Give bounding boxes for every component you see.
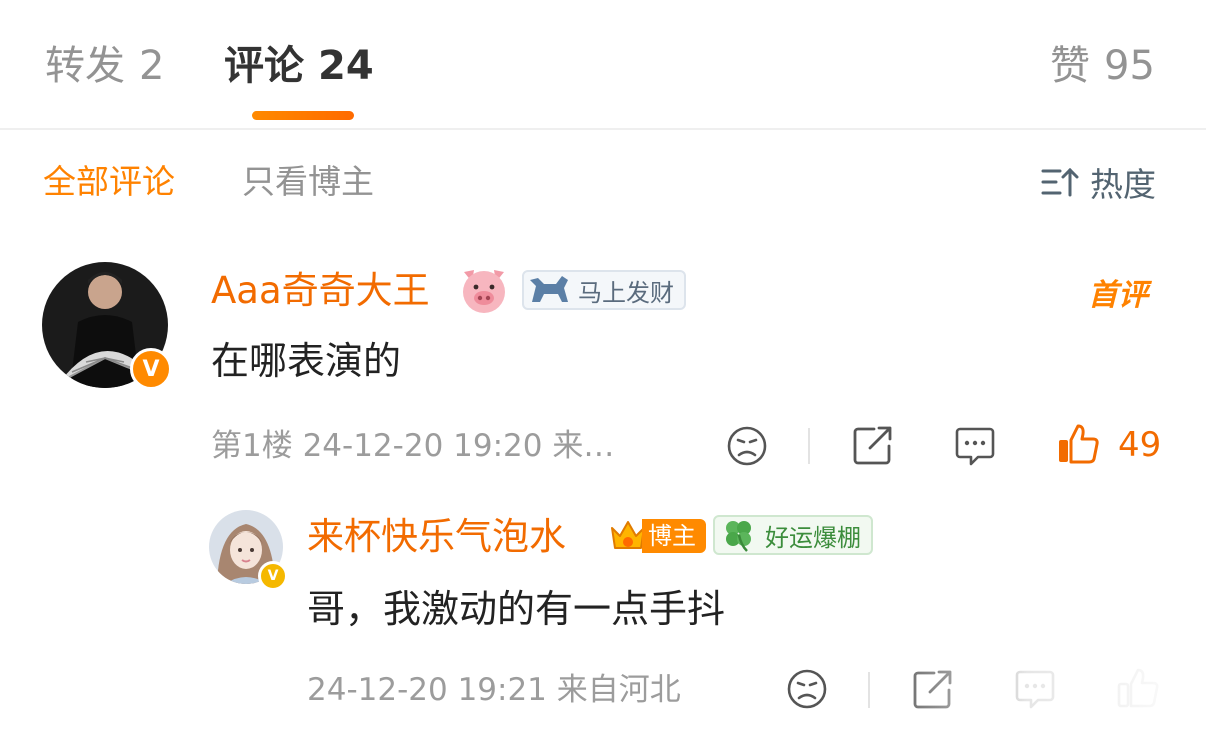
tab-reposts-count: 2 (139, 43, 165, 89)
tab-divider (0, 128, 1206, 130)
verified-badge-label: V (142, 356, 160, 382)
author-tag-label: 博主 (642, 519, 706, 553)
reply-verified-badge-label: V (267, 568, 279, 584)
verified-badge: V (130, 348, 172, 390)
share-icon[interactable] (852, 424, 894, 466)
comment-text: 在哪表演的 (211, 339, 402, 383)
fan-badge[interactable]: 马上发财 (522, 270, 686, 310)
tab-likes-label: 赞 (1050, 43, 1090, 89)
author-tag: 博主 (608, 516, 706, 556)
comment-username[interactable]: Aaa奇奇大王 (211, 268, 430, 314)
reply-fan-badge[interactable]: 好运爆棚 (713, 515, 873, 555)
pig-face-icon (463, 270, 505, 313)
emoji-react-icon[interactable] (726, 425, 768, 467)
reply-username[interactable]: 来杯快乐气泡水 (307, 514, 566, 560)
first-comment-tag: 首评 (1088, 278, 1148, 313)
sort-icon (1041, 167, 1079, 197)
clover-icon (726, 521, 751, 552)
reply-text: 哥，我激动的有一点手抖 (307, 587, 726, 631)
active-tab-indicator (252, 111, 354, 120)
action-separator (808, 428, 810, 464)
tab-comments-count: 24 (318, 43, 374, 89)
tab-reposts-label: 转发 (45, 43, 125, 89)
like-icon[interactable] (1056, 422, 1100, 466)
comment-meta: 第1楼 24-12-20 19:20 来… (211, 428, 615, 464)
tab-likes-count: 95 (1104, 43, 1155, 89)
filter-author-only[interactable]: 只看博主 (242, 160, 374, 204)
like-count: 49 (1118, 425, 1162, 465)
tab-reposts[interactable]: 转发 2 (45, 40, 164, 92)
tab-comments-label: 评论 (224, 43, 304, 89)
horse-icon (530, 276, 568, 302)
bottom-fade-overlay (880, 660, 1206, 749)
reply-icon[interactable] (954, 425, 996, 467)
sort-button[interactable]: 热度 (1040, 160, 1156, 204)
reply-verified-badge: V (258, 561, 288, 591)
filter-all-comments[interactable]: 全部评论 (43, 160, 175, 204)
reply-fan-badge-label: 好运爆棚 (765, 523, 861, 552)
sort-label: 热度 (1090, 165, 1156, 204)
reply-emoji-react-icon[interactable] (786, 668, 828, 710)
reply-meta: 24-12-20 19:21 来自河北 (307, 672, 681, 708)
reply-action-separator (868, 672, 870, 708)
fan-badge-label: 马上发财 (578, 278, 674, 307)
tab-comments[interactable]: 评论 24 (224, 40, 374, 92)
tab-likes[interactable]: 赞 95 (1050, 40, 1155, 92)
